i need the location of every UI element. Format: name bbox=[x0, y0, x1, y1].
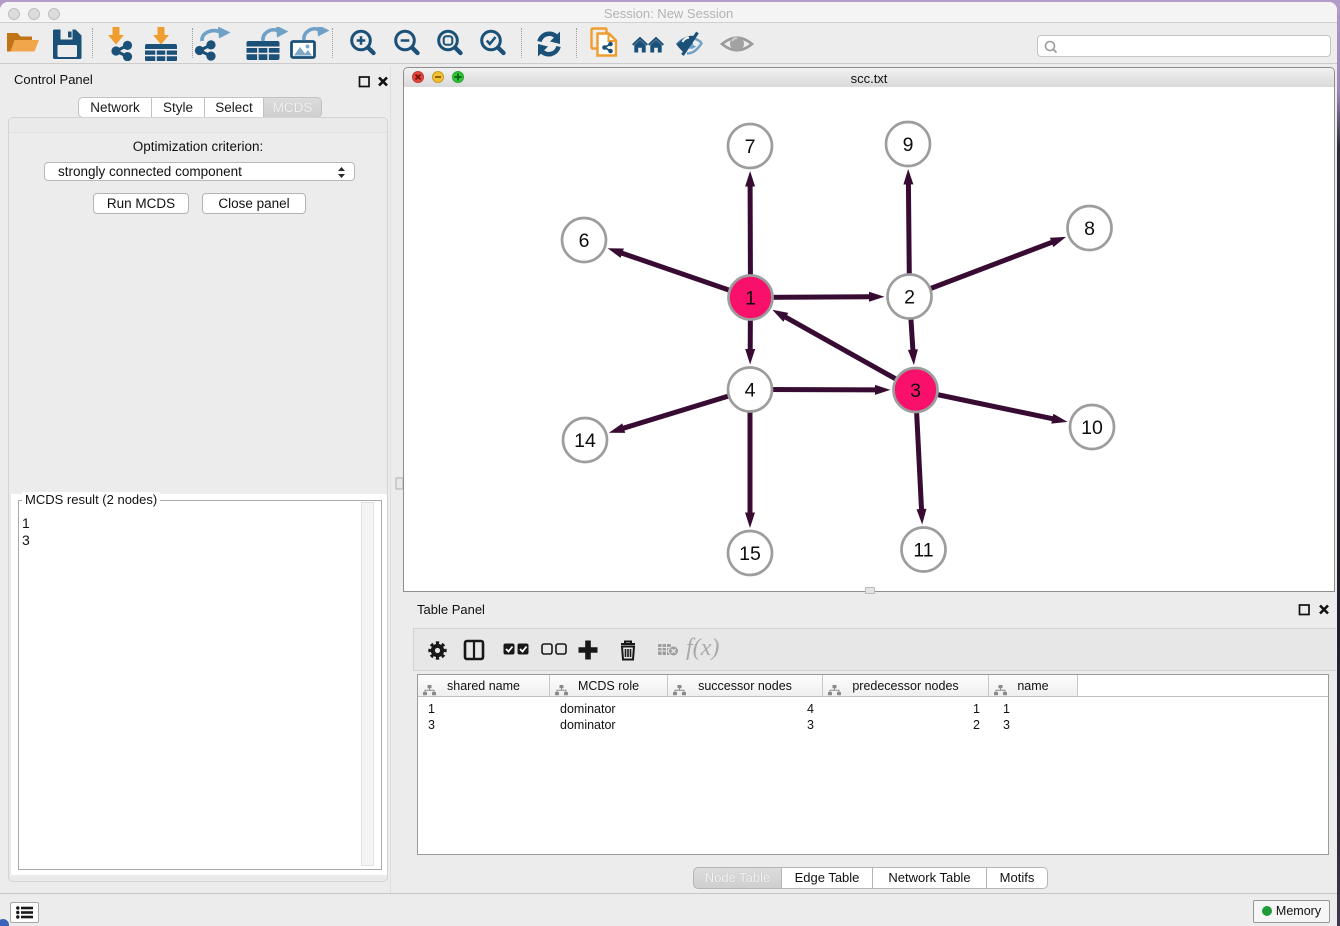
svg-text:9: 9 bbox=[903, 134, 914, 156]
svg-text:11: 11 bbox=[913, 540, 933, 562]
svg-text:4: 4 bbox=[745, 380, 756, 402]
svg-text:14: 14 bbox=[574, 430, 596, 452]
svg-text:15: 15 bbox=[739, 543, 761, 565]
svg-text:3: 3 bbox=[910, 380, 921, 402]
svg-text:10: 10 bbox=[1081, 417, 1103, 439]
svg-text:8: 8 bbox=[1084, 218, 1095, 240]
svg-text:6: 6 bbox=[579, 230, 590, 252]
svg-text:7: 7 bbox=[745, 136, 756, 158]
svg-text:2: 2 bbox=[904, 287, 915, 309]
svg-text:1: 1 bbox=[745, 288, 756, 310]
